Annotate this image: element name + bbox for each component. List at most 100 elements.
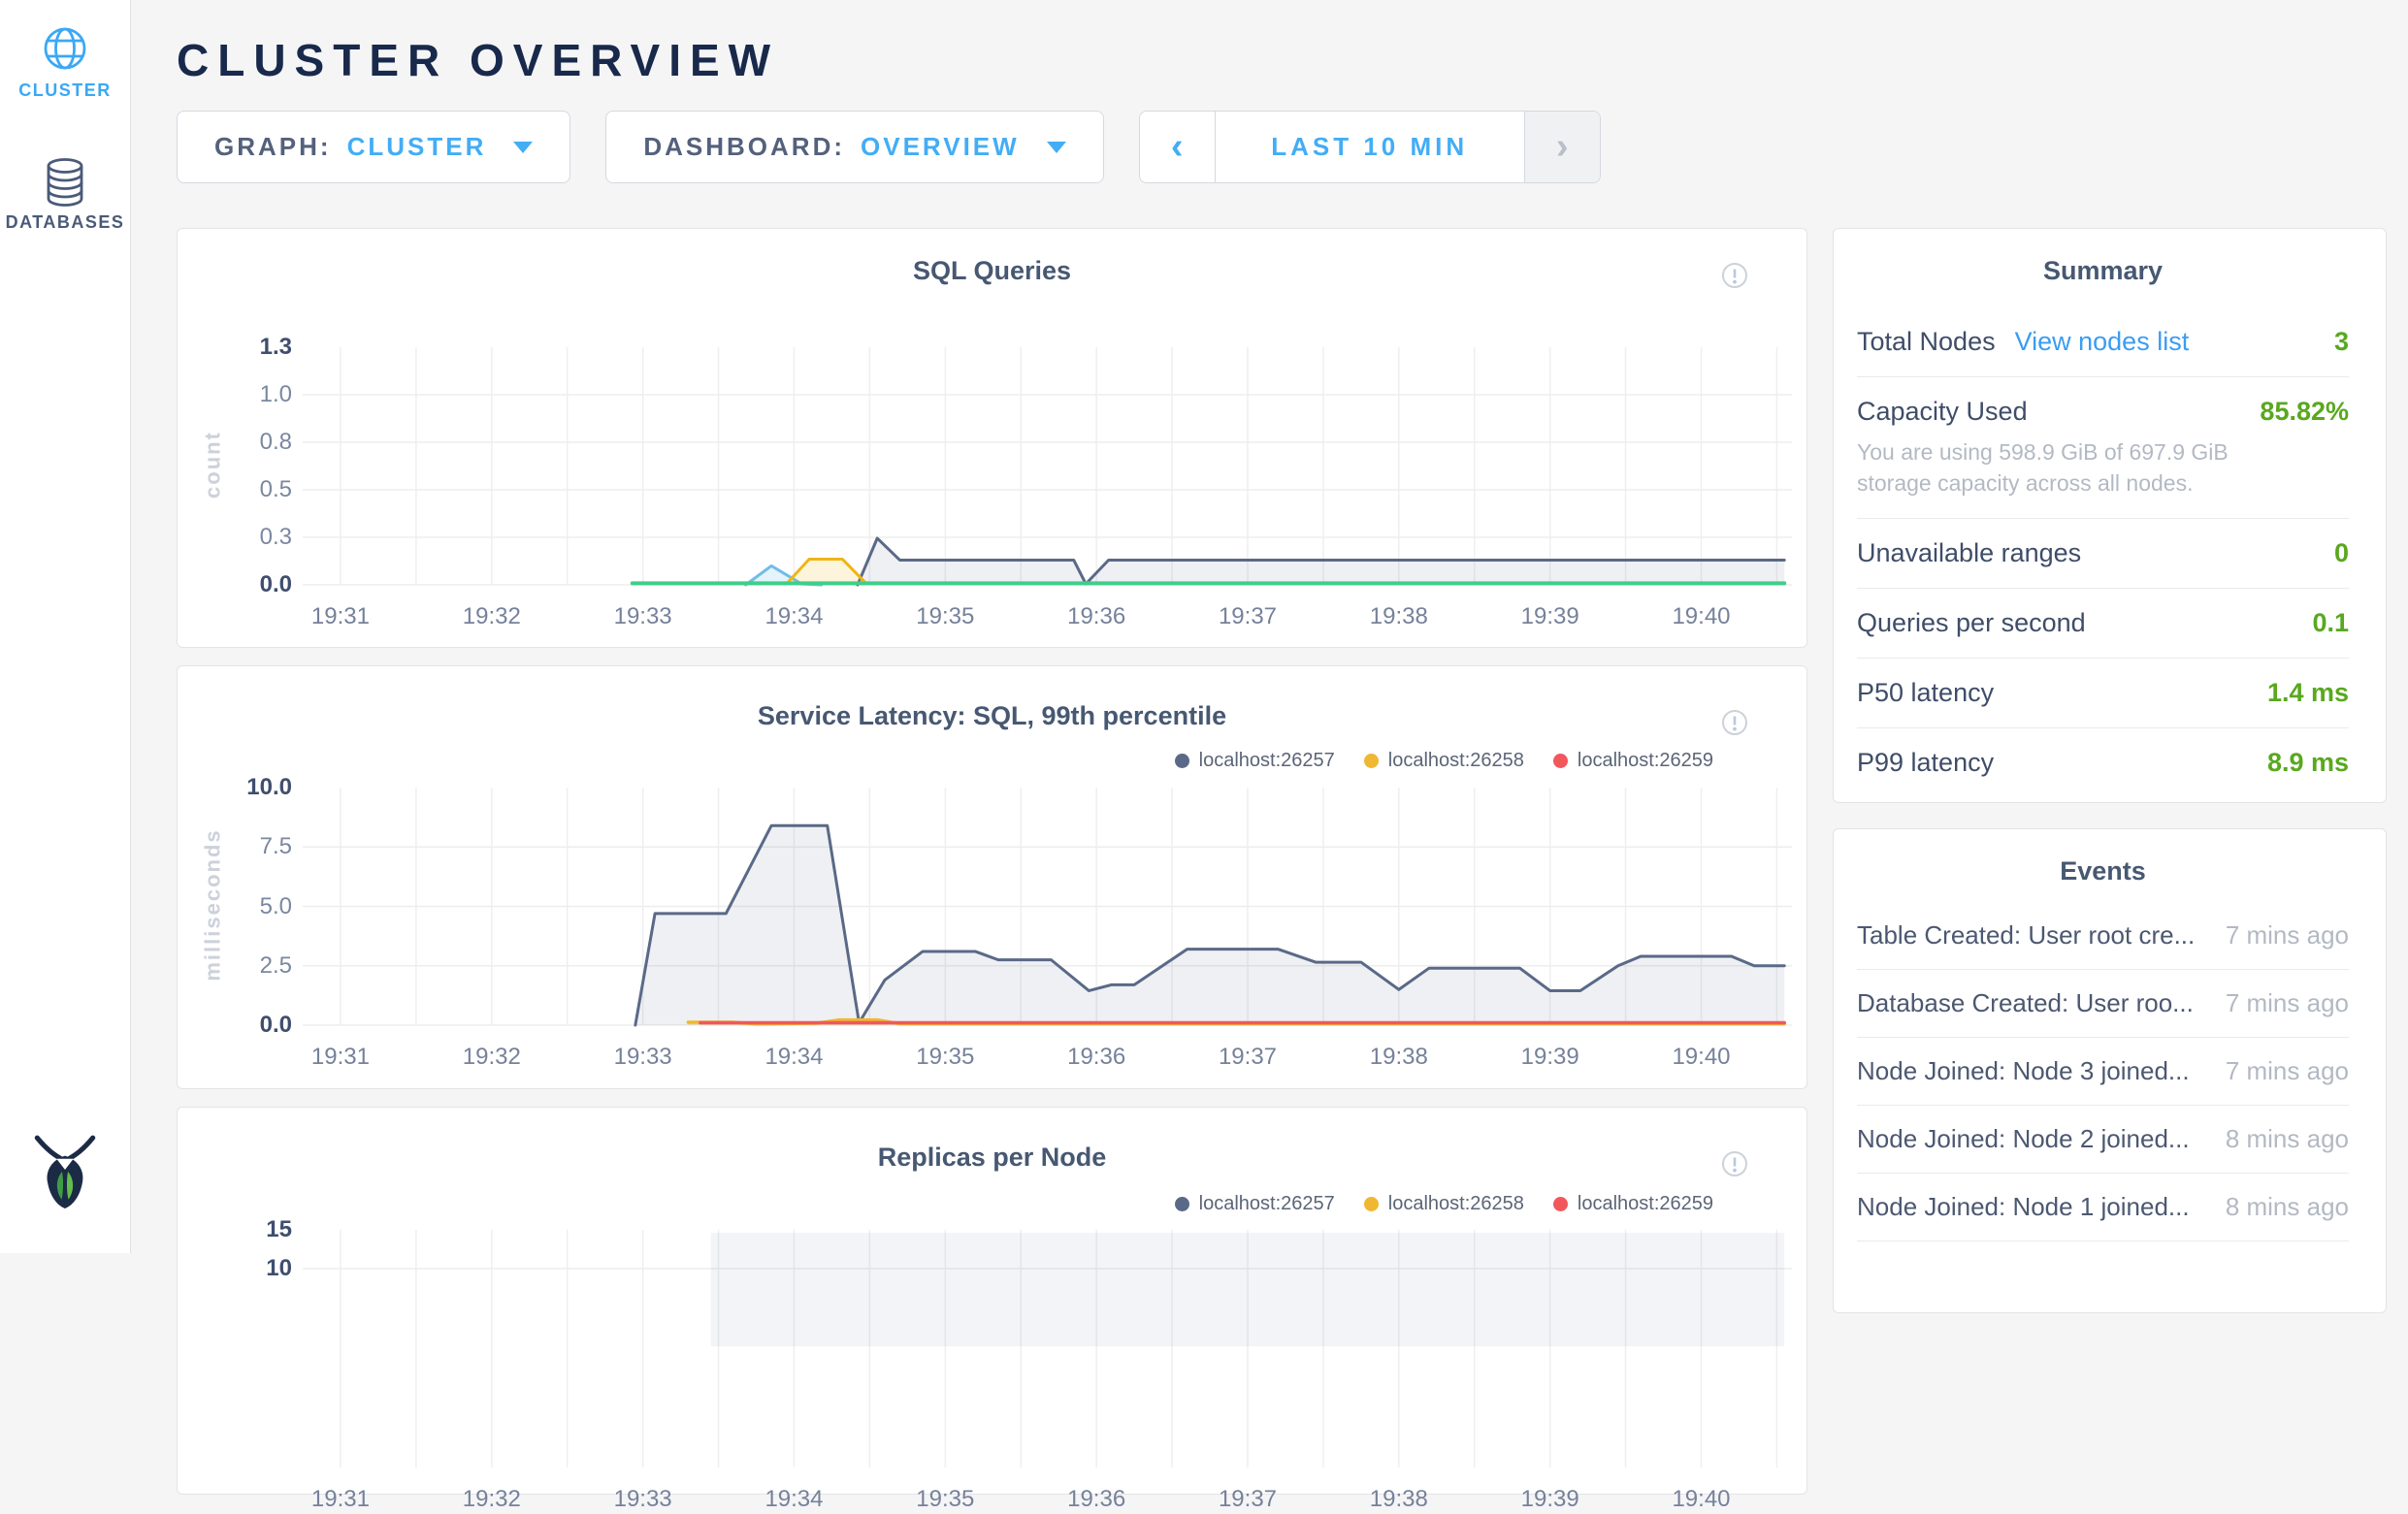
chart-plot-area[interactable] [303,347,1792,585]
summary-row-value: 8.9 ms [2267,748,2349,778]
x-tick-label: 19:36 [1048,602,1145,631]
legend-item[interactable]: localhost:26257 [1175,1193,1335,1215]
event-row[interactable]: Node Joined: Node 1 joined...8 mins ago [1857,1174,2349,1241]
sidebar-item-databases[interactable]: DATABASES [0,157,130,233]
summary-row: Unavailable ranges 0 [1857,519,2349,589]
event-text: Database Created: User roo... [1857,988,2206,1018]
summary-row: Total NodesView nodes list3 [1857,307,2349,377]
summary-row-label: Unavailable ranges [1857,538,2081,568]
chart-title: SQL Queries [178,256,1806,286]
x-tick-label: 19:32 [443,1485,540,1514]
event-row[interactable]: Database Created: User roo...7 mins ago [1857,970,2349,1038]
time-prev-button[interactable]: ‹ [1140,112,1216,182]
chart-panel-replicas-per-node: Replicas per Nodelocalhost:26257localhos… [177,1107,1807,1495]
info-icon[interactable] [1721,262,1748,289]
x-tick-label: 19:38 [1350,1485,1448,1514]
x-tick-label: 19:31 [292,1043,389,1072]
dashboard-dropdown-label: DASHBOARD: [643,132,845,162]
chart-plot-area[interactable] [303,1230,1792,1467]
x-tick-label: 19:38 [1350,602,1448,631]
chevron-down-icon [513,142,533,153]
x-tick-label: 19:34 [745,1043,842,1072]
y-tick-label: 1.0 [178,380,292,409]
y-tick-label: 0.3 [178,523,292,552]
charts-column: SQL Queriescount1.31.00.80.50.30.019:311… [177,228,1807,1495]
x-tick-label: 19:33 [595,602,692,631]
database-icon [42,157,88,204]
legend-dot-icon [1175,1197,1189,1211]
summary-row-main: Total NodesView nodes list3 [1857,327,2349,357]
controls-bar: GRAPH: CLUSTER DASHBOARD: OVERVIEW ‹ LAS… [177,111,2408,183]
summary-row-value: 1.4 ms [2267,678,2349,708]
summary-row: P99 latency 8.9 ms [1857,728,2349,797]
x-tick-label: 19:35 [896,1043,993,1072]
legend-label: localhost:26257 [1199,1193,1335,1215]
time-next-button[interactable]: › [1524,112,1600,182]
info-icon[interactable] [1721,709,1748,736]
summary-row: P50 latency 1.4 ms [1857,659,2349,728]
x-tick-label: 19:35 [896,1485,993,1514]
events-rows: Table Created: User root cre...7 mins ag… [1857,902,2349,1241]
event-text: Node Joined: Node 1 joined... [1857,1192,2206,1222]
summary-row-label: Total Nodes [1857,327,1996,357]
dashboard-dropdown[interactable]: DASHBOARD: OVERVIEW [605,111,1103,183]
chart-panel-sql-queries: SQL Queriescount1.31.00.80.50.30.019:311… [177,228,1807,648]
y-tick-label: 10.0 [178,773,292,802]
summary-row-label: Capacity Used [1857,397,2028,427]
x-tick-label: 19:32 [443,1043,540,1072]
dashboard-dropdown-value: OVERVIEW [861,132,1020,162]
legend-item[interactable]: localhost:26258 [1364,1193,1524,1215]
x-tick-label: 19:36 [1048,1485,1145,1514]
x-tick-label: 19:31 [292,1485,389,1514]
chart-legend: localhost:26257 localhost:26258 localhost:… [1175,750,1713,772]
summary-row-value: 0 [2334,538,2349,568]
legend-label: localhost:26258 [1388,1193,1524,1215]
event-time: 7 mins ago [2226,1056,2349,1086]
legend-dot-icon [1364,1197,1379,1211]
legend-label: localhost:26258 [1388,750,1524,772]
sidebar-item-label: DATABASES [6,212,125,233]
graph-dropdown[interactable]: GRAPH: CLUSTER [177,111,570,183]
cockroach-logo[interactable] [0,1131,130,1210]
event-row[interactable]: Node Joined: Node 2 joined...8 mins ago [1857,1106,2349,1174]
legend-item[interactable]: localhost:26259 [1553,750,1713,772]
legend-item[interactable]: localhost:26258 [1364,750,1524,772]
legend-dot-icon [1364,754,1379,768]
summary-row-main: Unavailable ranges 0 [1857,538,2349,568]
summary-row: Queries per second0.1 [1857,589,2349,659]
side-column: Summary Total NodesView nodes list3Capac… [1833,228,2387,1495]
time-range-selector: ‹ LAST 10 MIN › [1139,111,1601,183]
legend-item[interactable]: localhost:26257 [1175,750,1335,772]
content-area: SQL Queriescount1.31.00.80.50.30.019:311… [177,228,2408,1495]
info-icon[interactable] [1721,1150,1748,1177]
sidebar-item-cluster[interactable]: CLUSTER [0,25,130,101]
summary-row: Capacity Used85.82%You are using 598.9 G… [1857,377,2349,519]
view-nodes-link[interactable]: View nodes list [2015,327,2190,357]
summary-row-main: P50 latency 1.4 ms [1857,678,2349,708]
x-tick-label: 19:36 [1048,1043,1145,1072]
summary-row-label: Queries per second [1857,608,2086,638]
x-tick-label: 19:40 [1652,602,1749,631]
chart-plot-area[interactable] [303,788,1792,1025]
time-range-label[interactable]: LAST 10 MIN [1216,112,1524,182]
chevron-down-icon [1047,142,1066,153]
event-row[interactable]: Table Created: User root cre...7 mins ag… [1857,902,2349,970]
summary-row-main: P99 latency 8.9 ms [1857,748,2349,778]
y-tick-label: 15 [178,1215,292,1244]
y-tick-label: 0.5 [178,475,292,504]
event-time: 7 mins ago [2226,920,2349,950]
y-tick-label: 10 [178,1254,292,1283]
x-tick-label: 19:39 [1502,1043,1599,1072]
y-tick-label: 1.3 [178,333,292,362]
x-tick-label: 19:37 [1199,1043,1296,1072]
summary-row-label: P50 latency [1857,678,1994,708]
event-row[interactable]: Node Joined: Node 3 joined...7 mins ago [1857,1038,2349,1106]
graph-dropdown-value: CLUSTER [347,132,487,162]
x-tick-label: 19:32 [443,602,540,631]
legend-label: localhost:26259 [1578,750,1713,772]
legend-item[interactable]: localhost:26259 [1553,1193,1713,1215]
y-tick-label: 7.5 [178,832,292,861]
events-title: Events [1857,856,2349,886]
summary-row-label: P99 latency [1857,748,1994,778]
summary-row-main: Capacity Used85.82% [1857,397,2349,427]
